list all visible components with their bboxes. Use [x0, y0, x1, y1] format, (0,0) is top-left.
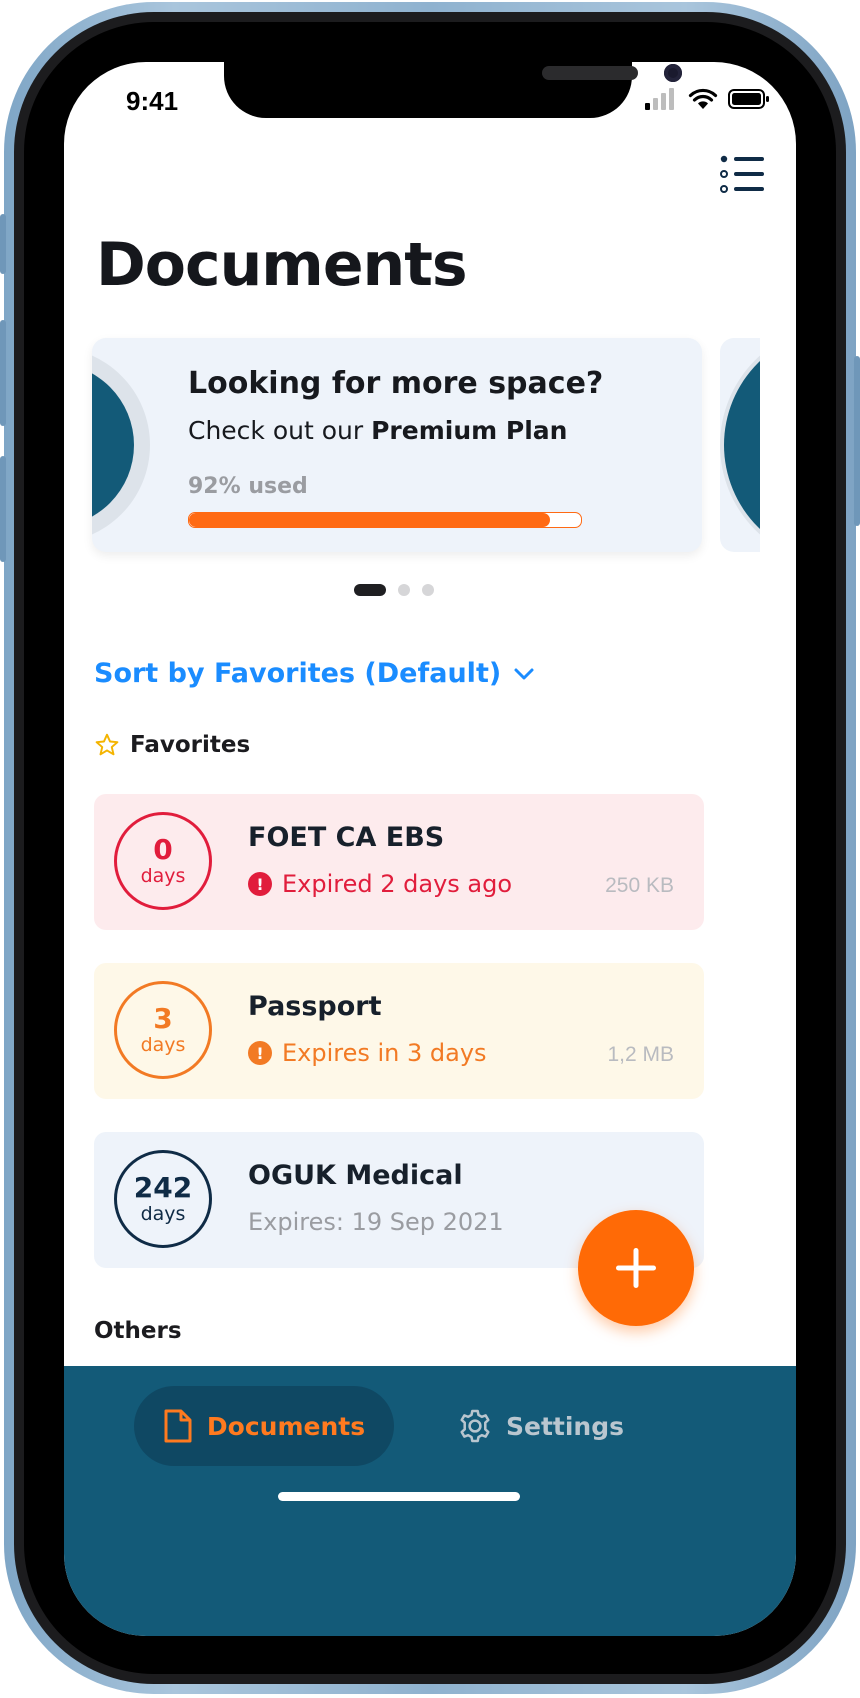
battery-icon — [728, 89, 769, 109]
storage-chart-graphic — [92, 355, 150, 535]
volume-up-button — [0, 320, 6, 426]
status-time: 9:41 — [126, 86, 179, 116]
document-card[interactable]: 0 days FOET CA EBS ! Expired 2 days ago … — [94, 794, 704, 930]
tab-documents-label: Documents — [206, 1411, 366, 1441]
days-unit: days — [140, 1203, 186, 1225]
wifi-icon — [688, 88, 718, 109]
storage-progress-bar — [188, 512, 582, 528]
alert-icon: ! — [248, 872, 272, 896]
sort-dropdown[interactable]: Sort by Favorites (Default) — [94, 658, 535, 689]
next-promo-card-peek[interactable] — [720, 338, 760, 552]
favorites-label: Favorites — [130, 732, 251, 758]
document-status: ! Expires in 3 days — [248, 1039, 487, 1067]
bottom-tab-bar: Documents Settings — [64, 1366, 796, 1636]
sort-label: Sort by Favorites (Default) — [94, 658, 502, 689]
premium-plan-link[interactable]: Premium Plan — [371, 416, 567, 445]
days-count: 242 — [133, 1171, 193, 1204]
tab-settings[interactable]: Settings — [456, 1386, 624, 1466]
document-size: 250 KB — [605, 874, 674, 897]
days-unit: days — [140, 865, 186, 887]
pagination-dot[interactable] — [422, 584, 434, 596]
document-name: OGUK Medical — [248, 1160, 463, 1191]
plus-icon — [616, 1248, 656, 1288]
document-status: Expires: 19 Sep 2021 — [248, 1208, 504, 1236]
promo-title: Looking for more space? — [188, 366, 604, 401]
premium-promo-card[interactable]: Looking for more space? Check out our Pr… — [92, 338, 702, 552]
speaker — [542, 66, 638, 80]
alert-icon: ! — [248, 1041, 272, 1065]
notch — [224, 62, 682, 118]
next-card-graphic — [720, 355, 760, 535]
document-name: Passport — [248, 991, 382, 1022]
menu-button[interactable] — [720, 154, 766, 198]
storage-usage-label: 92% used — [188, 474, 308, 499]
power-button — [854, 356, 860, 526]
promo-subtitle: Check out our Premium Plan — [188, 416, 567, 445]
days-remaining-badge: 0 days — [114, 812, 212, 910]
pagination-dot[interactable] — [398, 584, 410, 596]
storage-progress-fill — [189, 513, 550, 527]
chevron-down-icon — [514, 668, 534, 679]
days-remaining-badge: 242 days — [114, 1150, 212, 1248]
gear-icon — [460, 1409, 490, 1443]
add-document-button[interactable] — [578, 1210, 694, 1326]
carousel-pagination[interactable] — [354, 584, 434, 596]
camera — [664, 64, 682, 82]
page-title: Documents — [96, 230, 468, 300]
document-status-text: Expires: 19 Sep 2021 — [248, 1208, 504, 1236]
days-remaining-badge: 3 days — [114, 981, 212, 1079]
document-status: ! Expired 2 days ago — [248, 870, 512, 898]
tab-documents[interactable]: Documents — [134, 1386, 394, 1466]
favorites-section-header: Favorites — [94, 732, 250, 758]
side-button — [0, 214, 6, 274]
others-section-header: Others — [94, 1318, 182, 1344]
volume-down-button — [0, 456, 6, 562]
document-name: FOET CA EBS — [248, 822, 445, 853]
document-status-text: Expires in 3 days — [282, 1039, 487, 1067]
document-size: 1,2 MB — [607, 1043, 674, 1066]
app-screen: 9:41 Documents Looking for more space? C… — [64, 62, 796, 1636]
pagination-dot[interactable] — [354, 584, 386, 596]
list-menu-icon — [720, 155, 764, 193]
days-unit: days — [140, 1034, 186, 1056]
document-card[interactable]: 3 days Passport ! Expires in 3 days 1,2 … — [94, 963, 704, 1099]
home-indicator — [278, 1492, 520, 1501]
promo-subtitle-text: Check out our — [188, 416, 372, 445]
tab-settings-label: Settings — [506, 1411, 625, 1441]
days-count: 3 — [153, 1002, 173, 1035]
document-icon — [164, 1409, 192, 1443]
document-status-text: Expired 2 days ago — [282, 870, 513, 898]
status-icons — [644, 88, 770, 110]
star-icon — [95, 733, 119, 756]
signal-icon — [645, 88, 674, 110]
days-count: 0 — [153, 833, 173, 866]
